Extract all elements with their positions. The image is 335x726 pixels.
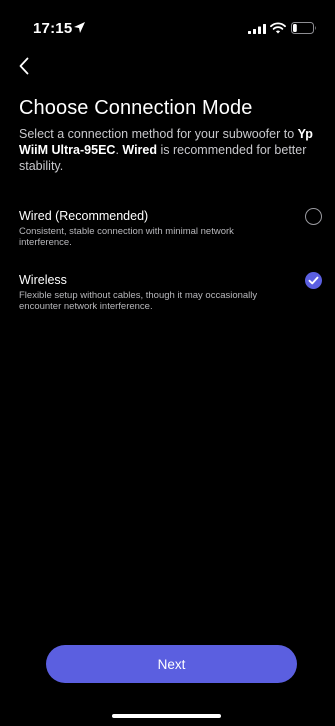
location-arrow-icon xyxy=(74,22,85,33)
option-wired[interactable]: Wired (Recommended) Consistent, stable c… xyxy=(0,204,335,256)
status-bar: 17:15 xyxy=(0,0,335,50)
option-wireless[interactable]: Wireless Flexible setup without cables, … xyxy=(0,268,335,320)
description-text: Select a connection method for your subw… xyxy=(19,127,298,141)
radio-checked-icon[interactable] xyxy=(305,272,322,289)
option-description: Consistent, stable connection with minim… xyxy=(19,226,234,248)
next-button[interactable]: Next xyxy=(46,645,297,683)
option-label: Wired (Recommended) xyxy=(19,209,149,223)
status-time: 17:15 xyxy=(33,20,73,37)
checkmark-icon xyxy=(308,276,319,285)
wifi-icon xyxy=(270,22,286,34)
page-title: Choose Connection Mode xyxy=(19,97,253,119)
option-label: Wireless xyxy=(19,273,67,287)
back-chevron-icon xyxy=(19,57,29,75)
back-button[interactable] xyxy=(14,55,36,77)
home-indicator[interactable] xyxy=(112,714,221,718)
battery-icon xyxy=(291,22,316,34)
signal-icon xyxy=(248,24,266,34)
option-description: Flexible setup without cables, though it… xyxy=(19,290,258,312)
page-description: Select a connection method for your subw… xyxy=(19,126,323,174)
recommended-mode: Wired xyxy=(122,143,158,157)
radio-unchecked-icon[interactable] xyxy=(305,208,322,225)
